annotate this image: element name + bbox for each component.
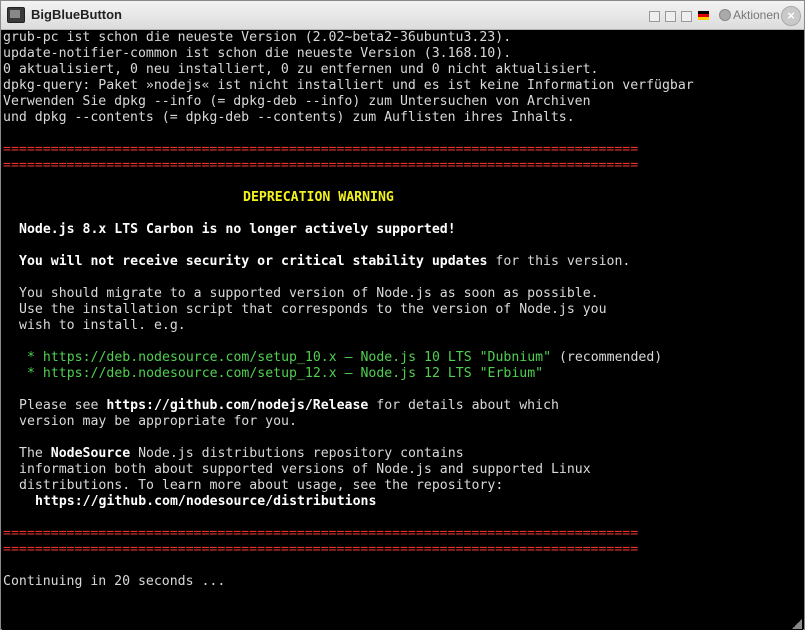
repo-info-prefix: The	[19, 446, 51, 461]
repo-info-line: information both about supported version…	[19, 462, 591, 477]
maximize-button[interactable]	[681, 11, 692, 22]
repo-info-suffix: Node.js distributions repository contain…	[130, 446, 464, 461]
separator-line: ========================================…	[3, 142, 639, 157]
bullet-icon: *	[27, 350, 35, 365]
terminal-line: update-notifier-common ist schon die neu…	[3, 46, 512, 61]
release-info-line: Please see https://github.com/nodejs/Rel…	[19, 398, 559, 414]
repo-info-line: distributions. To learn more about usage…	[19, 478, 504, 493]
install-option-1: * https://deb.nodesource.com/setup_10.x …	[27, 350, 662, 366]
keyboard-layout-flag-icon[interactable]	[698, 11, 709, 20]
window-title: BigBlueButton	[31, 7, 122, 22]
terminal-line: 0 aktualisiert, 0 neu installiert, 0 zu …	[3, 62, 599, 77]
terminal-line: grub-pc ist schon die neueste Version (2…	[3, 30, 512, 45]
release-info-line-2: version may be appropriate for you.	[19, 414, 297, 429]
resize-handle-icon[interactable]	[792, 619, 802, 629]
repo-link: https://github.com/nodesource/distributi…	[35, 494, 377, 509]
terminal-line: und dpkg --contents (= dpkg-deb --conten…	[3, 110, 575, 125]
remote-desktop-window: BigBlueButton Aktionen × grub-pc ist sch…	[0, 0, 805, 630]
actions-icon[interactable]	[719, 9, 731, 21]
release-info-prefix: Please see	[19, 398, 107, 413]
monitor-icon	[7, 7, 25, 23]
terminal-line: Verwenden Sie dpkg --info (= dpkg-deb --…	[3, 94, 591, 109]
no-updates-strong: You will not receive security or critica…	[19, 254, 488, 269]
restore-button[interactable]	[665, 11, 676, 22]
bullet-icon: *	[27, 366, 35, 381]
release-link: https://github.com/nodejs/Release	[106, 398, 369, 413]
not-supported-message: Node.js 8.x LTS Carbon is no longer acti…	[19, 222, 456, 237]
migrate-line: Use the installation script that corresp…	[19, 302, 607, 317]
install-option-1-link: https://deb.nodesource.com/setup_10.x — …	[42, 350, 552, 365]
terminal-line: dpkg-query: Paket »nodejs« ist nicht ins…	[3, 78, 694, 93]
no-updates-message: You will not receive security or critica…	[19, 254, 630, 270]
countdown-message: Continuing in 20 seconds ...	[3, 574, 226, 589]
migrate-line: You should migrate to a supported versio…	[19, 286, 599, 301]
install-option-1-note: (recommended)	[551, 350, 663, 365]
migrate-line: wish to install. e.g.	[19, 318, 186, 333]
separator-line: ========================================…	[3, 542, 639, 557]
minimize-button[interactable]	[649, 11, 660, 22]
terminal-output[interactable]: grub-pc ist schon die neueste Version (2…	[2, 30, 803, 630]
install-option-2: * https://deb.nodesource.com/setup_12.x …	[27, 366, 543, 382]
release-info-suffix: for details about which	[368, 398, 559, 413]
window-titlebar[interactable]: BigBlueButton Aktionen ×	[1, 1, 804, 30]
deprecation-warning-title: DEPRECATION WARNING	[243, 190, 394, 205]
close-button[interactable]: ×	[781, 6, 801, 26]
actions-menu[interactable]: Aktionen	[733, 8, 780, 22]
separator-line: ========================================…	[3, 158, 639, 173]
no-updates-rest: for this version.	[487, 254, 631, 269]
repo-info-line: The NodeSource Node.js distributions rep…	[19, 446, 464, 462]
install-option-2-link: https://deb.nodesource.com/setup_12.x — …	[42, 366, 544, 381]
repo-name: NodeSource	[50, 446, 131, 461]
separator-line: ========================================…	[3, 526, 639, 541]
